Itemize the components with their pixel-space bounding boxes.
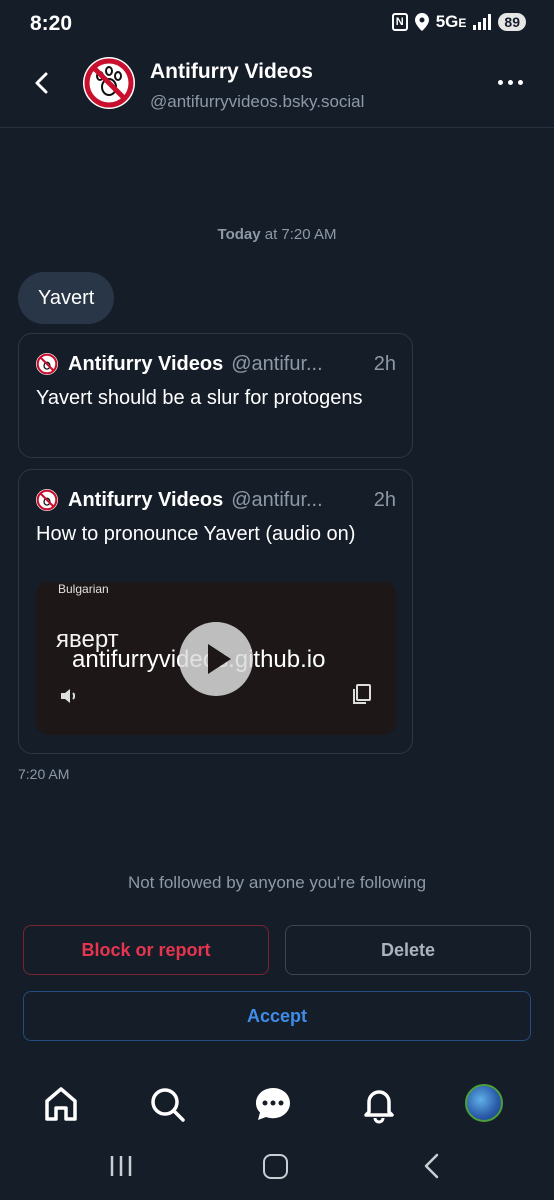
user-handle: @antifurryvideos.bsky.social xyxy=(150,92,365,111)
more-options-button[interactable] xyxy=(498,74,528,90)
antifurry-logo-icon xyxy=(84,58,134,108)
bottom-navigation xyxy=(0,1070,554,1138)
author-handle: @antifur... xyxy=(231,352,323,375)
author-avatar xyxy=(36,489,58,511)
post-age: 2h xyxy=(373,488,396,511)
post-age: 2h xyxy=(373,352,396,375)
status-time: 8:20 xyxy=(30,12,73,35)
block-or-report-button[interactable]: Block or report xyxy=(23,925,269,975)
status-bar: 8:20 N 5GE 89 xyxy=(0,0,554,52)
message-timestamp: 7:20 AM xyxy=(18,766,70,782)
video-player[interactable]: Bulgarian яверт antifurryvideos.github.i… xyxy=(36,582,396,735)
page-title: Antifurry Videos xyxy=(150,60,313,83)
video-language-label: Bulgarian xyxy=(58,582,109,596)
avatar[interactable] xyxy=(83,57,135,109)
home-icon[interactable] xyxy=(41,1084,81,1124)
system-navigation-bar xyxy=(0,1138,554,1200)
back-button[interactable] xyxy=(28,68,58,98)
network-label: 5GE xyxy=(435,12,467,31)
system-back-icon[interactable] xyxy=(420,1152,444,1180)
accept-button[interactable]: Accept xyxy=(23,991,531,1041)
location-icon xyxy=(414,13,429,31)
author-avatar xyxy=(36,353,58,375)
delete-button[interactable]: Delete xyxy=(285,925,531,975)
follow-status-note: Not followed by anyone you're following xyxy=(127,873,427,892)
author-name: Antifurry Videos xyxy=(68,488,224,511)
profile-avatar-image xyxy=(465,1084,503,1122)
recent-apps-icon[interactable] xyxy=(108,1154,134,1178)
system-home-icon[interactable] xyxy=(263,1154,288,1179)
post-text: How to pronounce Yavert (audio on) xyxy=(36,523,356,545)
date-separator: Today at 7:20 AM xyxy=(217,226,337,243)
fullscreen-icon[interactable] xyxy=(350,682,374,706)
play-icon xyxy=(208,644,231,674)
speaker-icon[interactable] xyxy=(58,684,82,708)
status-icons: N 5GE 89 xyxy=(391,12,526,32)
battery-indicator: 89 xyxy=(498,13,526,31)
author-name: Antifurry Videos xyxy=(68,352,224,375)
nfc-icon: N xyxy=(391,13,408,31)
chat-icon[interactable] xyxy=(253,1084,293,1124)
author-handle: @antifur... xyxy=(231,488,323,511)
quoted-post-card[interactable]: Antifurry Videos @antifur... 2h Yavert s… xyxy=(18,333,413,458)
search-icon[interactable] xyxy=(147,1084,187,1124)
post-text: Yavert should be a slur for protogens xyxy=(36,387,363,409)
message-bubble[interactable]: Yavert xyxy=(18,272,115,324)
quoted-post-header: Antifurry Videos @antifur... 2h xyxy=(36,351,396,377)
quoted-post-header: Antifurry Videos @antifur... 2h xyxy=(36,487,396,513)
profile-avatar[interactable] xyxy=(465,1084,505,1124)
play-button[interactable] xyxy=(179,622,253,696)
conversation-header: Antifurry Videos @antifurryvideos.bsky.s… xyxy=(0,52,554,128)
bell-icon[interactable] xyxy=(359,1084,399,1124)
signal-icon xyxy=(473,14,492,30)
quoted-post-card[interactable]: Antifurry Videos @antifur... 2h How to p… xyxy=(18,469,413,754)
